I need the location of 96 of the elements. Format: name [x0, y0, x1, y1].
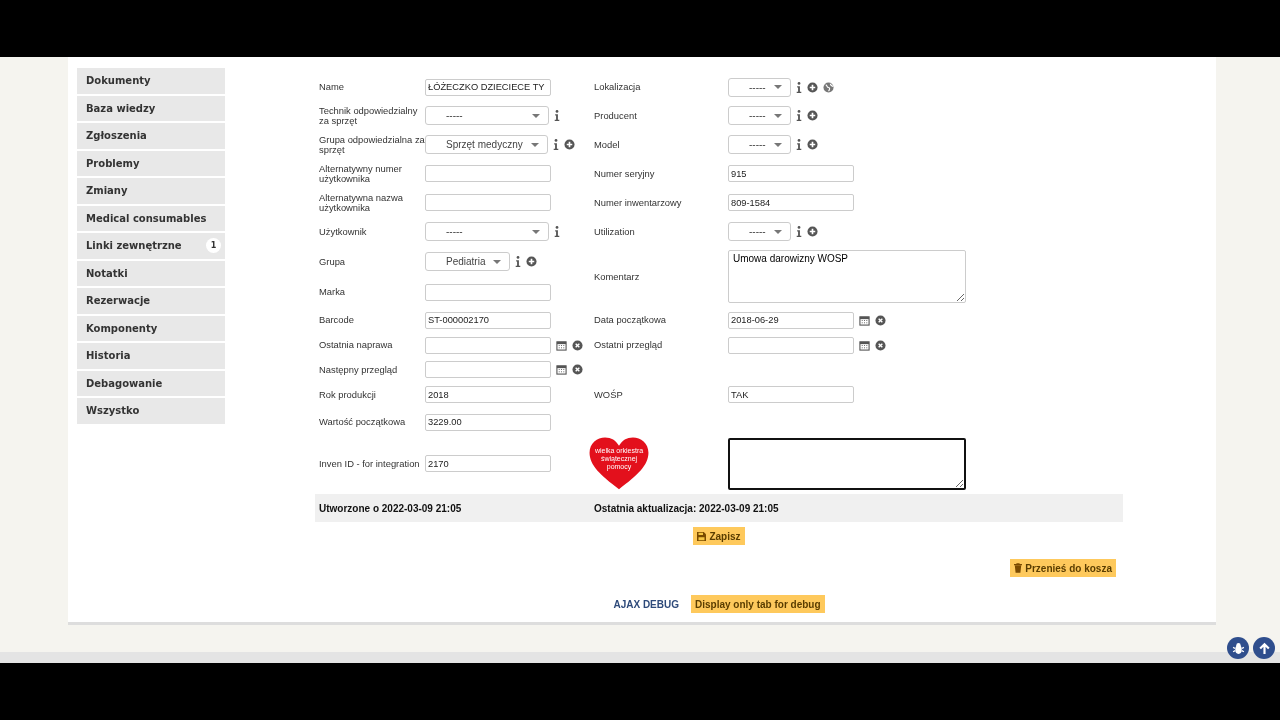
sidebar-item[interactable]: Dokumenty	[77, 68, 225, 94]
sidebar-item[interactable]: Historia	[77, 343, 225, 369]
input-field[interactable]: 2170	[425, 455, 551, 472]
input-field[interactable]: 809-1584	[728, 194, 854, 211]
created-date: Utworzone o 2022-03-09 21:05	[318, 502, 463, 514]
globe-icon[interactable]	[822, 81, 834, 93]
input-field[interactable]	[425, 336, 551, 354]
add-icon[interactable]	[806, 226, 818, 237]
input-field[interactable]	[425, 361, 551, 378]
scroll-up-icon[interactable]	[1253, 637, 1275, 659]
field-label: Lokalizacja	[594, 82, 641, 92]
sidebar-item[interactable]: Komponenty	[77, 315, 225, 341]
field-label: Technik odpowiedzialny za sprzęt	[319, 105, 419, 126]
sidebar-item[interactable]: Zmiany	[77, 178, 225, 204]
calendar-icon[interactable]	[556, 339, 567, 351]
sidebar-item[interactable]: Rezerwacje	[77, 288, 225, 314]
sidebar-item[interactable]: Problemy	[77, 150, 225, 176]
sidebar-item[interactable]: Medical consumables	[77, 205, 225, 231]
text-area[interactable]	[728, 437, 966, 490]
debug-link[interactable]: AJAX DEBUG	[613, 598, 679, 610]
field-label: Marka	[319, 287, 346, 297]
field-label: Utilization	[594, 226, 635, 237]
field-label: Grupa odpowiedzialna za sprzęt	[319, 134, 425, 155]
input-field[interactable]: 915	[728, 165, 854, 182]
field-label: Użytkownik	[319, 226, 367, 237]
field-label: Alternatywna nazwa użytkownika	[319, 192, 404, 213]
sidebar-item[interactable]: Zgłoszenia	[77, 123, 225, 149]
sidebar-item[interactable]: Notatki	[77, 260, 225, 286]
save-button[interactable]: Zapisz	[693, 527, 745, 545]
sidebar-item[interactable]: Debagowanie	[77, 370, 225, 396]
select-dropdown[interactable]: -----	[425, 106, 549, 125]
field-label: Barcode	[319, 315, 354, 325]
info-icon[interactable]	[515, 256, 522, 267]
input-field[interactable]: 2018-06-29	[728, 311, 854, 329]
debug-button[interactable]: Display only tab for debug	[691, 595, 825, 613]
comment-textarea[interactable]: Umowa darowizny WOSP	[728, 250, 966, 303]
updated-date: Ostatnia aktualizacja: 2022-03-09 21:05	[594, 502, 779, 514]
input-field[interactable]	[728, 336, 854, 354]
field-label: Numer inwentarzowy	[594, 197, 682, 208]
field-label: WOŚP	[594, 389, 623, 400]
info-icon[interactable]	[795, 110, 802, 121]
input-field[interactable]	[425, 283, 551, 301]
select-dropdown[interactable]: -----	[728, 106, 791, 125]
clear-icon[interactable]	[572, 339, 583, 351]
count-badge: 1	[206, 238, 221, 254]
info-icon[interactable]	[795, 81, 802, 93]
calendar-icon[interactable]	[556, 364, 567, 375]
clear-icon[interactable]	[572, 364, 583, 375]
field-label: Numer seryjny	[594, 168, 655, 179]
add-icon[interactable]	[563, 139, 575, 150]
select-dropdown[interactable]: -----	[728, 77, 791, 97]
field-label: Ostatni przegląd	[594, 340, 663, 350]
field-label: Inven ID - for integration	[319, 458, 420, 469]
field-label: Następny przegląd	[319, 364, 398, 375]
sidebar-item[interactable]: Linki zewnętrzne 1	[77, 233, 225, 259]
field-label: Ostatnia naprawa	[319, 340, 393, 350]
field-label: Alternatywny numer użytkownika	[319, 163, 403, 184]
bug-icon[interactable]	[1227, 637, 1249, 659]
clear-icon[interactable]	[875, 339, 886, 351]
sidebar-item[interactable]: Wszystko	[77, 398, 225, 424]
trash-button[interactable]: Przenieś do kosza	[1010, 559, 1116, 577]
input-field[interactable]: ŁÓŻECZKO DZIECIECE TY	[425, 78, 551, 96]
input-field[interactable]	[425, 194, 551, 211]
info-icon[interactable]	[552, 139, 559, 150]
input-field[interactable]	[425, 165, 551, 182]
input-field[interactable]: ST-000002170	[425, 311, 551, 329]
select-dropdown[interactable]: -----	[728, 135, 791, 154]
info-icon[interactable]	[554, 110, 560, 121]
field-label: Name	[319, 82, 344, 92]
select-dropdown[interactable]: -----	[728, 222, 791, 241]
add-icon[interactable]	[806, 110, 818, 121]
info-icon[interactable]	[795, 139, 802, 150]
field-label: Komentarz	[594, 271, 640, 282]
info-icon[interactable]	[795, 226, 802, 237]
field-label: Rok produkcji	[319, 389, 376, 400]
input-field[interactable]: 2018	[425, 386, 551, 403]
info-icon[interactable]	[554, 226, 560, 237]
trash-icon	[1014, 563, 1023, 573]
field-label: Producent	[594, 110, 637, 121]
field-label: Grupa	[319, 256, 346, 267]
input-field[interactable]: 3229.00	[425, 413, 551, 431]
clear-icon[interactable]	[875, 314, 886, 326]
select-dropdown[interactable]: Sprzęt medyczny	[425, 135, 548, 154]
add-icon[interactable]	[526, 256, 538, 267]
select-dropdown[interactable]: Pediatria	[425, 252, 511, 271]
sidebar-item[interactable]: Baza wiedzy	[77, 95, 225, 121]
field-label: Data początkowa	[594, 315, 666, 325]
calendar-icon[interactable]	[859, 339, 870, 351]
input-field[interactable]: TAK	[728, 386, 854, 403]
field-label: Wartość początkowa	[319, 417, 406, 427]
floppy-icon	[697, 531, 707, 541]
calendar-icon[interactable]	[859, 314, 870, 326]
add-icon[interactable]	[806, 139, 818, 150]
field-label: Model	[594, 139, 620, 150]
add-icon[interactable]	[806, 81, 818, 93]
select-dropdown[interactable]: -----	[425, 222, 549, 241]
